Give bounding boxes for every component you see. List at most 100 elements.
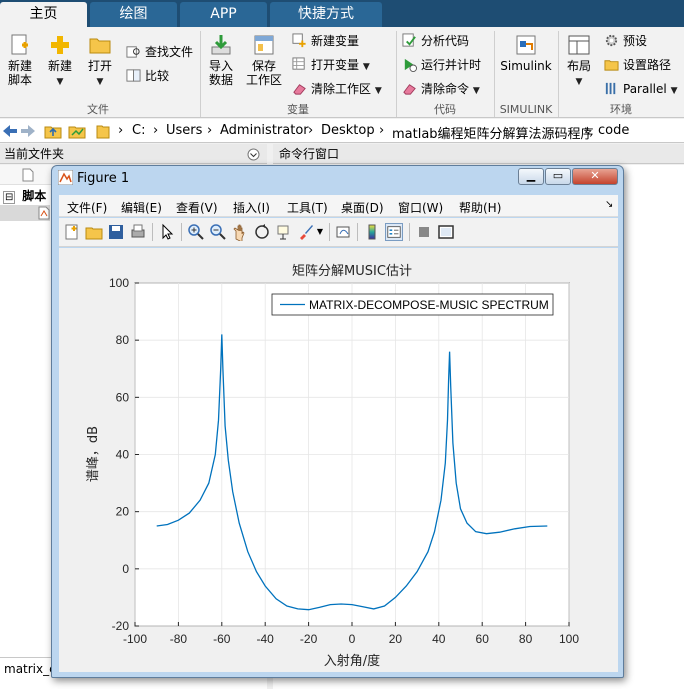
zoom-in-icon[interactable] bbox=[187, 223, 205, 241]
menu-help[interactable]: 帮助(H) bbox=[459, 199, 501, 216]
legend-box[interactable]: MATRIX-DECOMPOSE-MUSIC SPECTRUM bbox=[271, 293, 554, 316]
list-item[interactable] bbox=[0, 205, 50, 221]
breadcrumb-separator: › bbox=[153, 123, 159, 138]
parallel-button[interactable]: Parallel ▼ bbox=[604, 80, 677, 98]
save-icon[interactable] bbox=[107, 223, 125, 241]
x-tick-label: -20 bbox=[300, 632, 318, 646]
x-tick-label: 80 bbox=[519, 632, 533, 646]
run-time-icon bbox=[404, 58, 417, 72]
simulink-button[interactable]: Simulink bbox=[500, 33, 552, 73]
close-button[interactable]: ✕ bbox=[572, 168, 618, 185]
plus-icon bbox=[51, 36, 69, 54]
back-arrow-icon[interactable] bbox=[2, 124, 18, 138]
save-workspace-button[interactable]: 保存 工作区 bbox=[244, 33, 284, 87]
show-plot-tools-icon[interactable] bbox=[437, 223, 455, 241]
parallel-icon bbox=[605, 82, 616, 95]
panel-menu-icon[interactable] bbox=[247, 148, 260, 161]
layout-button[interactable]: 布局 ▼ bbox=[562, 33, 596, 89]
chevron-down-icon: ▼ bbox=[575, 77, 583, 87]
y-tick-label: 40 bbox=[116, 448, 130, 462]
browse-folder-icon[interactable] bbox=[68, 123, 86, 139]
chart-title: 矩阵分解MUSIC估计 bbox=[292, 264, 412, 279]
figure-toolbar: ▼ bbox=[59, 218, 618, 247]
print-icon[interactable] bbox=[129, 223, 147, 241]
figure-titlebar[interactable]: Figure 1 bbox=[57, 169, 130, 186]
current-folder-title: 当前文件夹 bbox=[4, 147, 65, 161]
find-files-button[interactable]: 查找文件 bbox=[126, 43, 193, 61]
minimize-button[interactable]: ▁ bbox=[518, 168, 544, 185]
brush-icon[interactable] bbox=[297, 223, 315, 241]
maximize-button[interactable]: ▭ bbox=[545, 168, 571, 185]
figure-window[interactable]: Figure 1 ▁ ▭ ✕ 文件(F) 编辑(E) 查看(V) 插入(I) 工… bbox=[51, 165, 624, 678]
menu-window[interactable]: 窗口(W) bbox=[398, 199, 443, 216]
breadcrumb-desktop[interactable]: Desktop bbox=[321, 123, 375, 138]
open-button[interactable]: 打开 ▼ bbox=[84, 33, 116, 89]
clear-commands-button[interactable]: 清除命令 ▼ bbox=[402, 80, 480, 98]
music-spectrum-chart[interactable]: -100 -80 -60 -40 -20 0 20 40 60 80 100 -20 0 20 40 60 80… bbox=[59, 248, 618, 672]
new-script-icon bbox=[11, 34, 28, 55]
menu-edit[interactable]: 编辑(E) bbox=[121, 199, 162, 216]
open-variable-icon bbox=[292, 57, 305, 70]
breadcrumb-project[interactable]: matlab编程矩阵分解算法源码程序 bbox=[392, 123, 594, 142]
breadcrumb-separator: › bbox=[308, 123, 314, 138]
y-tick-label: 100 bbox=[109, 276, 129, 290]
new-button[interactable]: 新建 ▼ bbox=[44, 33, 76, 89]
group-label-environment: 环境 bbox=[610, 103, 632, 116]
breadcrumb-administrator[interactable]: Administrator bbox=[220, 123, 309, 138]
tab-shortcuts[interactable]: 快捷方式 bbox=[270, 2, 382, 27]
x-axis-label: 入射角/度 bbox=[324, 653, 380, 669]
clear-workspace-button[interactable]: 清除工作区 ▼ bbox=[292, 80, 382, 98]
figure-canvas[interactable]: -100 -80 -60 -40 -20 0 20 40 60 80 100 -20 0 20 40 60 80… bbox=[59, 248, 618, 672]
tab-apps[interactable]: APP bbox=[180, 2, 267, 27]
y-tick-label: -20 bbox=[112, 619, 130, 633]
pointer-icon[interactable] bbox=[158, 223, 176, 241]
toolbar-separator bbox=[152, 223, 153, 241]
colorbar-icon[interactable] bbox=[363, 223, 381, 241]
run-and-time-button[interactable]: 运行并计时 bbox=[402, 56, 481, 74]
up-folder-icon[interactable] bbox=[44, 123, 62, 139]
forward-arrow-icon[interactable] bbox=[20, 124, 36, 138]
chevron-down-icon[interactable]: ▼ bbox=[315, 223, 325, 241]
tab-home[interactable]: 主页 bbox=[0, 2, 87, 27]
address-bar: › C: › Users › Administrator › Desktop ›… bbox=[0, 119, 684, 143]
new-variable-icon bbox=[292, 33, 306, 48]
import-data-button[interactable]: 导入 数据 bbox=[204, 33, 238, 87]
menu-file[interactable]: 文件(F) bbox=[67, 199, 107, 216]
close-icon: ✕ bbox=[590, 169, 600, 182]
x-tick-label: 100 bbox=[559, 632, 579, 646]
menu-insert[interactable]: 插入(I) bbox=[233, 199, 270, 216]
breadcrumb-users[interactable]: Users bbox=[166, 123, 202, 138]
rotate-3d-icon[interactable] bbox=[253, 223, 271, 241]
data-cursor-icon[interactable] bbox=[275, 223, 293, 241]
zoom-out-icon[interactable] bbox=[209, 223, 227, 241]
hide-plot-tools-icon[interactable] bbox=[415, 223, 433, 241]
group-label-code: 代码 bbox=[434, 103, 456, 116]
new-script-button[interactable]: 新建 脚本 bbox=[4, 33, 36, 87]
breadcrumb-code[interactable]: code bbox=[598, 123, 629, 138]
analyze-code-icon bbox=[402, 33, 416, 47]
set-path-button[interactable]: 设置路径 bbox=[604, 56, 671, 74]
compare-button[interactable]: 比较 bbox=[126, 67, 169, 85]
legend-label: MATRIX-DECOMPOSE-MUSIC SPECTRUM bbox=[309, 298, 549, 312]
preferences-button[interactable]: 预设 bbox=[604, 32, 647, 50]
dock-arrow-icon[interactable]: ↘ bbox=[605, 199, 613, 210]
menu-view[interactable]: 查看(V) bbox=[176, 199, 218, 216]
open-file-icon[interactable] bbox=[85, 223, 103, 241]
new-variable-button[interactable]: 新建变量 bbox=[292, 32, 359, 50]
pan-hand-icon[interactable] bbox=[231, 223, 249, 241]
collapse-icon[interactable]: ⊟ bbox=[3, 191, 16, 204]
breadcrumb-separator: › bbox=[207, 123, 213, 138]
open-variable-button[interactable]: 打开变量 ▼ bbox=[292, 56, 370, 74]
analyze-code-button[interactable]: 分析代码 bbox=[402, 32, 469, 50]
new-figure-icon[interactable] bbox=[63, 223, 81, 241]
selected-file-name: matrix_c bbox=[4, 662, 56, 676]
menu-tools[interactable]: 工具(T) bbox=[287, 199, 328, 216]
tab-plots[interactable]: 绘图 bbox=[90, 2, 177, 27]
breadcrumb-drive[interactable]: C: bbox=[132, 123, 145, 138]
figure-title: Figure 1 bbox=[77, 171, 130, 186]
matlab-file-icon bbox=[38, 206, 50, 220]
menu-desktop[interactable]: 桌面(D) bbox=[341, 199, 384, 216]
folder-icon bbox=[604, 60, 619, 71]
legend-icon[interactable] bbox=[385, 223, 403, 241]
link-plot-icon[interactable] bbox=[335, 223, 353, 241]
